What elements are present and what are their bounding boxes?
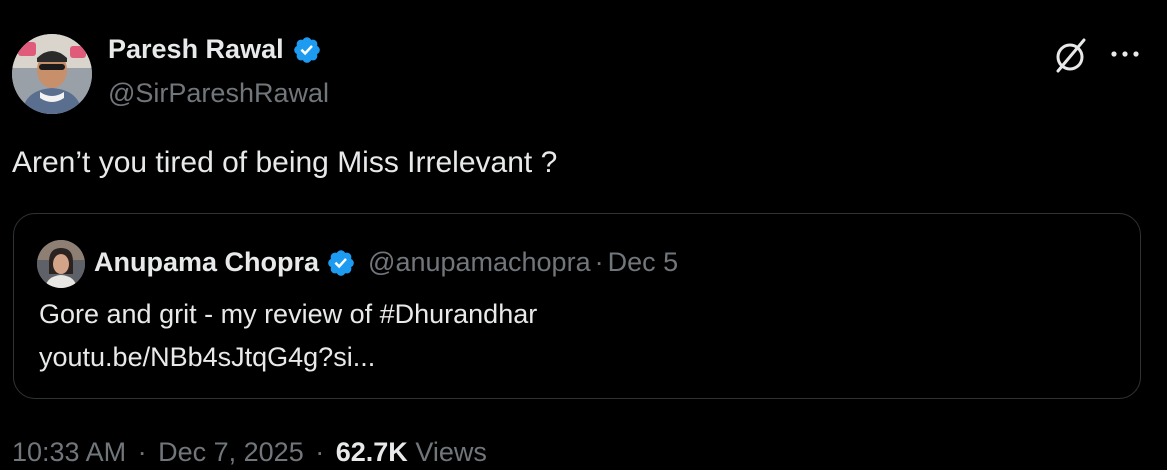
grok-icon[interactable] — [1050, 36, 1090, 76]
quoted-author-name[interactable]: Anupama Chopra — [94, 247, 319, 278]
more-options-icon[interactable] — [1107, 42, 1143, 66]
author-avatar[interactable] — [12, 34, 92, 114]
meta-separator-2: · — [315, 437, 325, 467]
ellipsis-icon — [1111, 51, 1139, 57]
author-name[interactable]: Paresh Rawal — [108, 34, 322, 65]
tweet: Paresh Rawal @SirPareshRawal Aren’t you … — [0, 0, 1167, 470]
views-count: 62.7K — [335, 437, 408, 467]
quoted-author-handle[interactable]: @anupamachopra — [368, 247, 591, 278]
quoted-separator: · — [594, 247, 604, 277]
grok-glyph-icon — [1056, 38, 1086, 73]
profile-photo-icon — [12, 34, 92, 114]
tweet-time[interactable]: 10:33 AM — [12, 437, 126, 467]
quoted-verified-badge-icon — [328, 249, 354, 276]
quoted-tweet-card[interactable]: Anupama Chopra @anupamachopra · Dec 5 Go… — [13, 213, 1141, 399]
quoted-profile-photo-icon — [37, 240, 85, 288]
quoted-link[interactable]: youtu.be/NBb4sJtqG4g?si... — [39, 342, 375, 373]
quoted-header: Anupama Chopra @anupamachopra · Dec 5 — [94, 247, 678, 278]
quoted-author-avatar[interactable] — [37, 240, 85, 288]
tweet-text: Aren’t you tired of being Miss Irrelevan… — [12, 146, 558, 179]
author-name-text: Paresh Rawal — [108, 34, 284, 64]
verified-badge-icon — [293, 36, 320, 63]
views-label: Views — [415, 437, 487, 467]
author-handle[interactable]: @SirPareshRawal — [108, 78, 329, 109]
quoted-text-line1: Gore and grit - my review of #Dhurandhar — [39, 299, 538, 329]
tweet-date[interactable]: Dec 7, 2025 — [158, 437, 304, 467]
quoted-date[interactable]: Dec 5 — [608, 247, 679, 278]
meta-separator-1: · — [137, 437, 147, 467]
tweet-meta: 10:33 AM · Dec 7, 2025 · 62.7K Views — [12, 437, 487, 468]
